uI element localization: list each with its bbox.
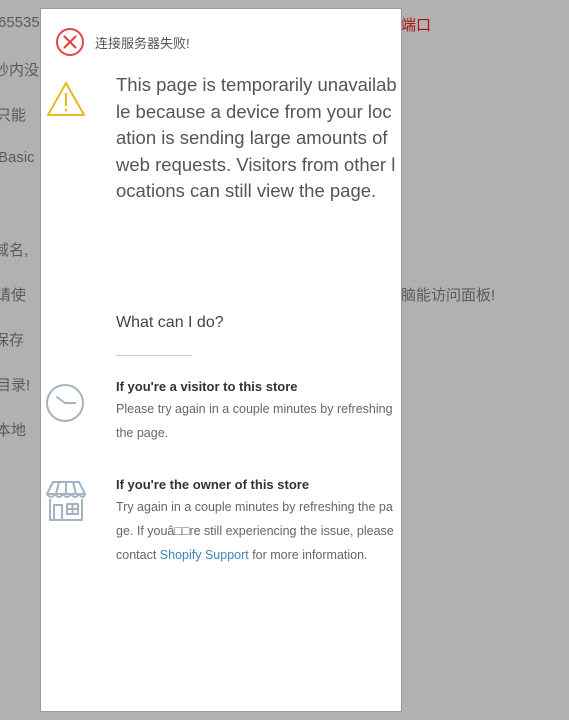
bg-text-fragment: 只能: [0, 107, 27, 124]
owner-section-title: If you're the owner of this store: [116, 477, 310, 492]
bg-text-fragment: 保存: [0, 332, 25, 349]
bg-text-fragment: 请使: [0, 287, 27, 304]
bg-text-fragment: 域名,: [0, 242, 29, 259]
visitor-section-body: Please try again in a couple minutes by …: [116, 402, 393, 440]
owner-section-body: Try again in a couple minutes by refresh…: [116, 495, 398, 567]
shopify-support-link[interactable]: Shopify Support: [160, 548, 249, 562]
visitor-section-title: If you're a visitor to this store: [116, 379, 298, 394]
dialog-header: 连接服务器失败!: [55, 27, 190, 57]
storefront-icon: [46, 481, 86, 521]
bg-text-fragment: Basic: [0, 149, 35, 166]
bg-text-fragment: 脑能访问面板!: [401, 287, 496, 304]
section-divider: [116, 355, 192, 356]
bg-text-fragment-red: 端口: [401, 17, 432, 34]
bg-text-fragment: 目录!: [0, 377, 31, 394]
bg-text-fragment: 本地: [0, 422, 27, 439]
error-circle-x-icon: [56, 28, 84, 56]
bg-text-fragment: 65535: [0, 14, 40, 31]
error-message: This page is temporarily unavailable bec…: [116, 74, 397, 201]
dialog-title: 连接服务器失败!: [95, 35, 190, 51]
bg-text-fragment: 秒内没: [0, 62, 40, 79]
clock-icon: [46, 384, 84, 422]
connection-failed-dialog: 连接服务器失败! This page is temporarily unavai…: [40, 8, 402, 712]
owner-body-text-end: for more information.: [248, 548, 368, 562]
what-can-i-do-heading: What can I do?: [116, 314, 224, 331]
warning-triangle-icon: [47, 82, 85, 116]
